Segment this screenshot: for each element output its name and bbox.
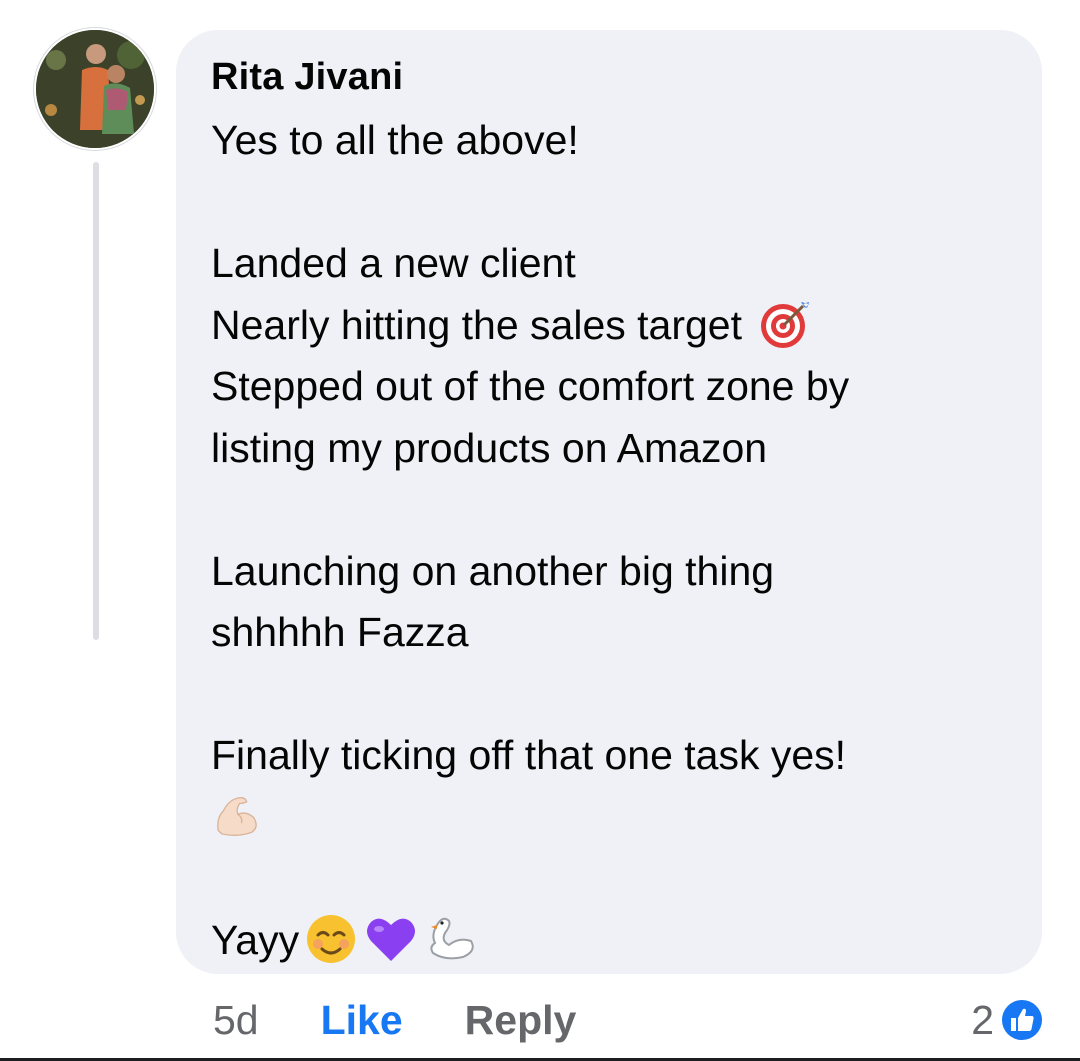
like-reaction-icon [998,996,1046,1044]
author-name[interactable]: Rita Jivani [211,52,1006,102]
thread-line [93,162,99,640]
reaction-summary[interactable]: 2 [971,992,1046,1048]
purple-heart-icon [363,911,419,967]
comment-line-text: Landed a new client [211,240,576,286]
comment-line-text: shhhhh Fazza [211,609,469,655]
comment-text: Yes to all the above! Landed a new client… [211,110,1006,971]
comment-line: Launching on another big thing [211,541,1006,603]
comment-line [211,787,1006,849]
comment-actions: 5d Like Reply [213,992,576,1048]
comment-line: Yes to all the above! [211,110,1006,172]
comment-line: Yayy [211,910,1006,972]
comment-line: Landed a new client [211,233,1006,295]
comment-line: shhhhh Fazza [211,602,1006,664]
comment-line-text: Nearly hitting the sales target [211,301,754,348]
comment-line-text: listing my products on Amazon [211,424,768,471]
flexed-biceps-icon [211,791,261,841]
reaction-count: 2 [971,996,994,1043]
comment-line-text: Yayy [211,916,300,963]
comment-bubble: Rita Jivani Yes to all the above! Landed … [176,30,1042,974]
like-button[interactable]: Like [321,997,403,1044]
comment-timestamp[interactable]: 5d [213,997,259,1044]
comment-line: listing my products on Amazon [211,418,1006,480]
author-avatar[interactable] [36,30,154,148]
reply-button[interactable]: Reply [465,997,577,1044]
smiling-face-icon [303,911,359,967]
comment-line [211,664,1006,726]
comment-line-text: Finally ticking off that one task yes! [211,732,847,778]
avatar-photo [36,30,154,148]
swan-icon [423,911,479,967]
comment-line: Nearly hitting the sales target [211,295,1006,357]
comment-line [211,479,1006,541]
comment-line-text: Yes to all the above! [211,117,579,163]
direct-hit-icon [757,296,813,352]
comment-line: Stepped out of the comfort zone by [211,356,1006,418]
comment-line-text: Stepped out of the comfort zone by [211,363,850,409]
comment-line [211,172,1006,234]
comment-line: Finally ticking off that one task yes! [211,725,1006,787]
comment-line-text: Launching on another big thing [211,547,775,594]
comment-line [211,848,1006,910]
